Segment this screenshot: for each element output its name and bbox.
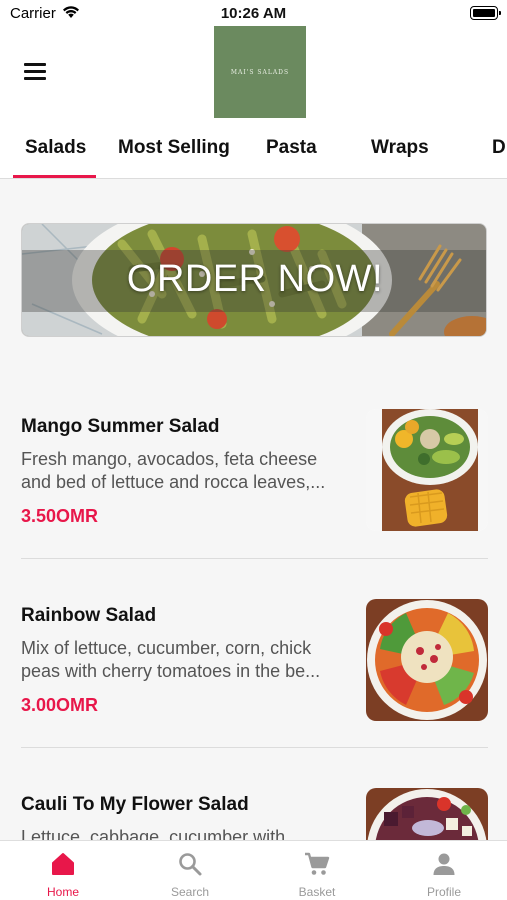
item-divider <box>21 747 488 748</box>
menu-button[interactable] <box>22 60 48 82</box>
app-header: MAI'S SALADS <box>0 26 507 121</box>
item-price: 3.50OMR <box>21 506 99 526</box>
item-image-cauli-salad <box>366 788 488 840</box>
nav-search-label: Search <box>170 885 210 899</box>
item-description-line: Mix of lettuce, cucumber, corn, chick <box>21 638 312 658</box>
item-description: Lettuce, cabbage, cucumber with <box>21 826 351 840</box>
banner-headline: ORDER NOW! <box>126 258 384 300</box>
home-icon <box>52 853 74 875</box>
nav-home-label: Home <box>46 885 79 899</box>
item-name: Rainbow Salad <box>21 605 157 626</box>
person-icon <box>433 853 455 875</box>
brand-logo-text: MAI'S SALADS <box>230 68 290 76</box>
item-description: Fresh mango, avocados, feta cheese and b… <box>21 448 351 494</box>
bottom-navigation: Home Search Basket Profile <box>0 840 507 900</box>
nav-search[interactable]: Search <box>127 841 253 900</box>
nav-basket[interactable]: Basket <box>254 841 380 900</box>
menu-item-mango-summer-salad[interactable]: Mango Summer Salad Fresh mango, avocados… <box>0 400 507 560</box>
tab-wraps[interactable]: Wraps <box>371 137 429 159</box>
nav-profile-label: Profile <box>426 885 461 899</box>
item-description: Mix of lettuce, cucumber, corn, chick pe… <box>21 637 351 683</box>
nav-home[interactable]: Home <box>0 841 126 900</box>
item-image-rainbow-salad <box>366 599 488 721</box>
menu-item-rainbow-salad[interactable]: Rainbow Salad Mix of lettuce, cucumber, … <box>0 589 507 749</box>
nav-profile[interactable]: Profile <box>381 841 507 900</box>
item-description-line: Lettuce, cabbage, cucumber with <box>21 827 286 840</box>
item-description-line: peas with cherry tomatoes in the be... <box>21 661 321 681</box>
search-icon <box>179 853 202 876</box>
status-bar: Carrier 10:26 AM <box>0 0 507 26</box>
order-now-banner[interactable]: ORDER NOW! <box>21 223 487 337</box>
tab-salads[interactable]: Salads <box>25 137 86 159</box>
item-name: Mango Summer Salad <box>21 416 220 437</box>
tab-most-selling[interactable]: Most Selling <box>118 137 230 159</box>
item-name: Cauli To My Flower Salad <box>21 794 249 815</box>
tab-di[interactable]: Di <box>492 137 507 159</box>
brand-logo: MAI'S SALADS <box>214 26 306 118</box>
item-price: 3.00OMR <box>21 695 99 715</box>
battery-icon <box>470 6 501 20</box>
menu-item-cauli-flower-salad[interactable]: Cauli To My Flower Salad Lettuce, cabbag… <box>0 778 507 840</box>
nav-basket-label: Basket <box>298 885 336 899</box>
item-description-line: and bed of lettuce and rocca leaves,... <box>21 472 326 492</box>
active-tab-indicator <box>13 175 96 178</box>
item-description-line: Fresh mango, avocados, feta cheese <box>21 449 318 469</box>
status-time: 10:26 AM <box>220 5 287 22</box>
tab-pasta[interactable]: Pasta <box>266 137 317 159</box>
cart-icon <box>305 852 330 875</box>
item-image-mango-salad <box>366 409 488 531</box>
item-divider <box>21 558 488 559</box>
category-tabs: Salads Most Selling Pasta Wraps Di <box>0 121 507 179</box>
